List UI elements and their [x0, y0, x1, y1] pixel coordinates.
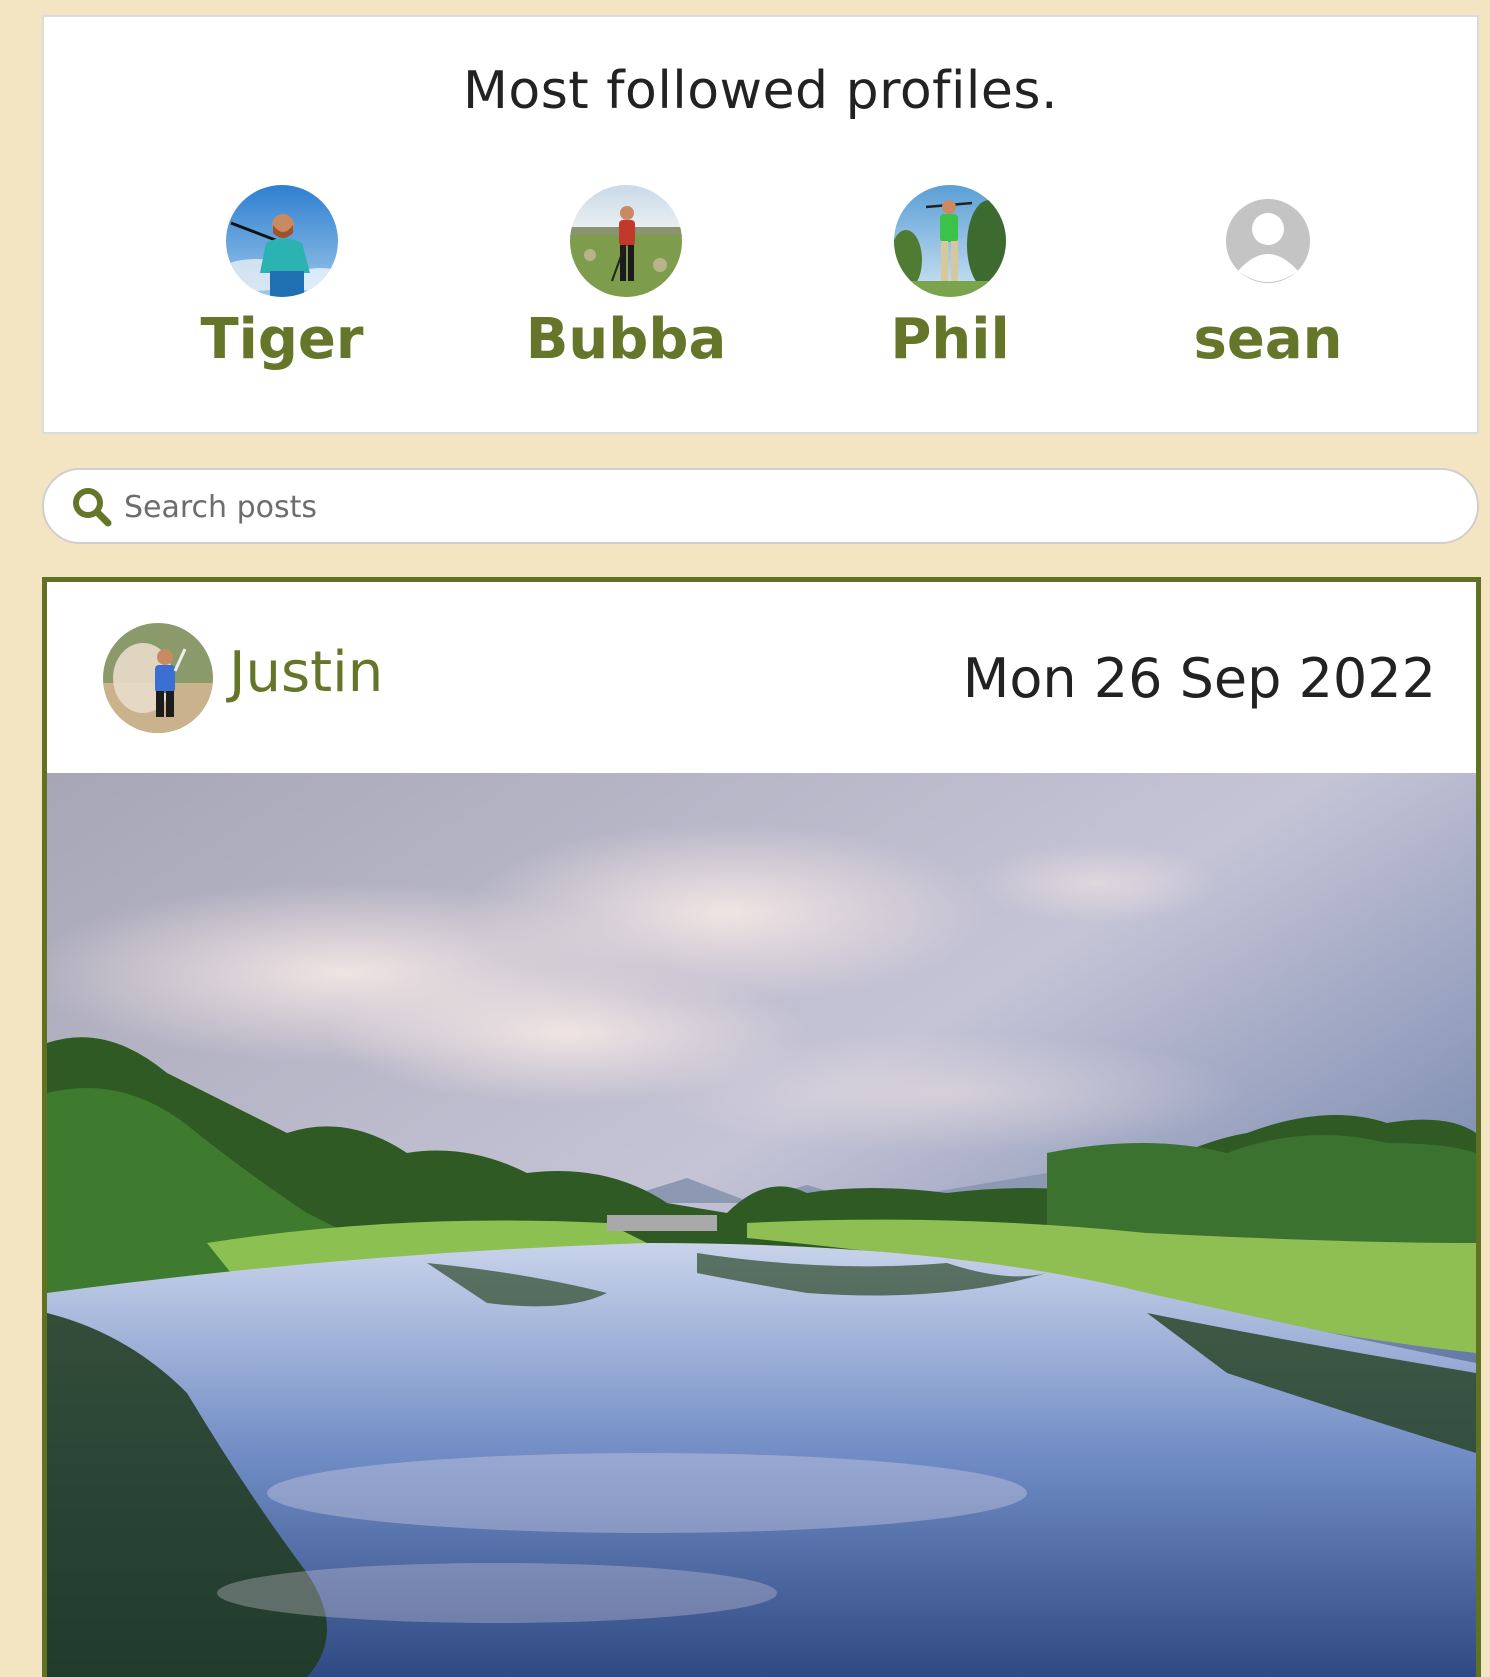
avatar[interactable]: [226, 185, 338, 297]
golfer-avatar-image: [226, 185, 338, 297]
golfer-avatar-image: [894, 185, 1006, 297]
profile-phil[interactable]: Phil: [820, 185, 1080, 370]
avatar[interactable]: [570, 185, 682, 297]
profile-bubba[interactable]: Bubba: [496, 185, 756, 370]
golfer-avatar-image: [103, 623, 213, 733]
search-bar[interactable]: [42, 468, 1479, 544]
most-followed-profiles-card: Most followed profiles. Tiger Bubba Phil…: [42, 15, 1479, 434]
profile-sean[interactable]: sean: [1138, 185, 1398, 370]
golf-course-photo: [47, 773, 1476, 1677]
search-input[interactable]: [122, 482, 1426, 532]
avatar[interactable]: [1212, 185, 1324, 297]
post-author-name[interactable]: Justin: [229, 645, 383, 701]
profile-name-sean[interactable]: sean: [1138, 310, 1398, 370]
profile-name-phil[interactable]: Phil: [820, 310, 1080, 370]
default-user-icon: [1212, 185, 1324, 297]
post-image[interactable]: [47, 773, 1476, 1677]
post-card: Justin Mon 26 Sep 2022: [42, 577, 1481, 1677]
profile-name-tiger[interactable]: Tiger: [152, 310, 412, 370]
search-icon[interactable]: [70, 485, 114, 529]
profile-tiger[interactable]: Tiger: [152, 185, 412, 370]
profiles-section-title: Most followed profiles.: [463, 61, 1058, 121]
golfer-avatar-image: [570, 185, 682, 297]
post-author-avatar[interactable]: [103, 623, 213, 733]
profile-name-bubba[interactable]: Bubba: [496, 310, 756, 370]
post-date: Mon 26 Sep 2022: [962, 647, 1436, 710]
avatar[interactable]: [894, 185, 1006, 297]
